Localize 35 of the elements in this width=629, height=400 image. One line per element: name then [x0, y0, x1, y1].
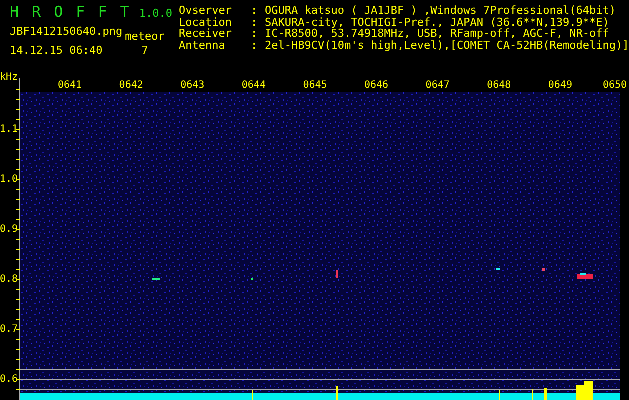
app-title: H R O F F T — [10, 3, 132, 21]
time-label: 0650 — [603, 80, 628, 92]
time-label: 0649 — [548, 80, 572, 92]
time-label: 0646 — [364, 80, 389, 92]
time-label: 0647 — [426, 80, 450, 92]
frequency-label: 0.6 — [0, 374, 18, 386]
info-label: Ovserver — [179, 5, 233, 16]
info-label: Antenna — [179, 40, 226, 51]
frequency-label: 1.1 — [0, 124, 18, 136]
info-value: IC-R8500, 53.74918MHz, USB, RFamp-off, AGC-F, NR-off — [265, 28, 610, 40]
colon-separator: : — [251, 16, 259, 28]
frequency-label: 0.9 — [0, 224, 18, 236]
time-label: 0645 — [303, 80, 328, 92]
time-label: 0642 — [119, 80, 144, 92]
frequency-label: 0.7 — [0, 324, 18, 336]
meteor-label: meteor — [125, 31, 165, 43]
info-value: OGURA katsuo ( JA1JBF ) ,Windows 7Professional(64bit) — [265, 5, 616, 16]
time-label: 0643 — [180, 80, 205, 92]
time-label: 0648 — [487, 80, 512, 92]
info-label: Receiver — [179, 28, 233, 40]
meteor-count: 7 — [142, 45, 148, 57]
frequency-label: 1.0 — [0, 174, 18, 186]
colon-separator: : — [251, 28, 259, 40]
colon-separator: : — [251, 5, 259, 16]
time-label: 0641 — [58, 80, 82, 92]
filename: JBF1412150640.png — [10, 25, 124, 39]
time-label: 0644 — [242, 80, 266, 92]
axis-unit-label: kHz — [0, 72, 18, 84]
info-label: Location — [179, 16, 233, 28]
info-value: SAKURA-city, TOCHIGI-Pref., JAPAN (36.6**N,139.9**E) — [265, 16, 610, 28]
timestamp: 14.12.15 06:40 — [10, 44, 104, 58]
version-label: 1.0.0 — [139, 6, 172, 22]
colon-separator: : — [251, 40, 259, 51]
frequency-label: 0.8 — [0, 274, 18, 286]
info-value: 2el-HB9CV(10m's high,Level),[COMET CA-52HB(Remodeling)] — [265, 40, 629, 51]
